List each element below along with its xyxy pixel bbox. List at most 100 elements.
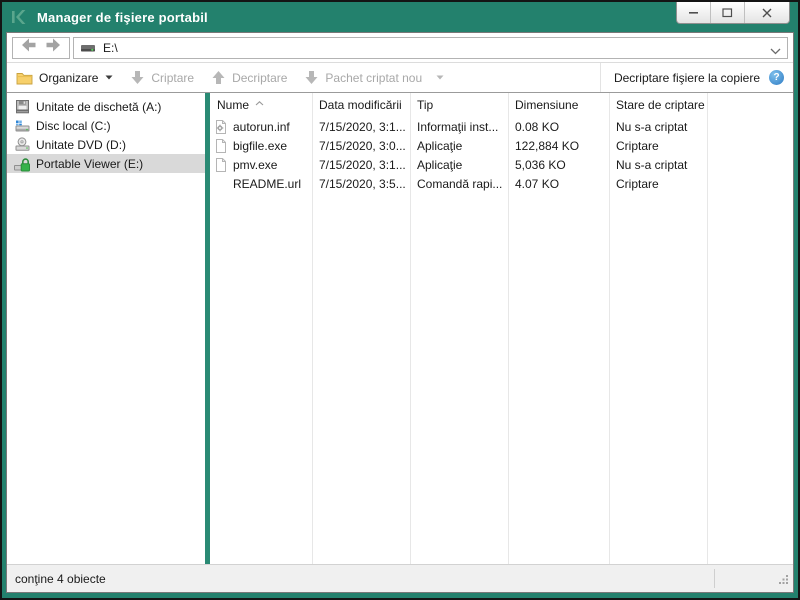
file-rows: autorun.inf 7/15/2020, 3:1... Informaţii… [210, 117, 793, 193]
file-name: pmv.exe [233, 157, 278, 172]
local-disk-icon [14, 118, 30, 134]
caret-down-icon [436, 75, 444, 80]
drive-icon [81, 45, 95, 52]
column-header-modified[interactable]: Data modificării [312, 98, 410, 112]
file-name: README.url [233, 176, 302, 191]
address-bar[interactable]: E:\ [73, 36, 788, 59]
file-modified-cell: 7/15/2020, 3:1... [319, 119, 406, 134]
close-button[interactable] [744, 2, 789, 23]
file-type-cell: Informaţii inst... [417, 119, 499, 134]
file-modified-cell: 7/15/2020, 3:0... [319, 138, 406, 153]
address-text: E:\ [103, 40, 118, 55]
sidebar-item-label: Unitate de dischetă (A:) [36, 99, 162, 114]
file-icon [214, 157, 228, 172]
column-grid-line [312, 93, 313, 564]
encrypt-button[interactable]: Criptare [130, 70, 194, 85]
maximize-icon [722, 7, 733, 17]
help-icon[interactable]: ? [769, 70, 784, 85]
encrypted-drive-icon [14, 156, 30, 172]
file-type-cell: Aplicaţie [417, 157, 463, 172]
sidebar-item[interactable]: Portable Viewer (E:) [7, 154, 205, 173]
sidebar-item-label: Disc local (C:) [36, 118, 111, 133]
file-status-cell: Criptare [616, 176, 659, 191]
back-button[interactable] [21, 38, 37, 57]
column-header-status[interactable]: Stare de criptare [609, 98, 707, 112]
file-row[interactable]: README.url 7/15/2020, 3:5... Comandă rap… [210, 174, 793, 193]
nav-buttons [12, 36, 70, 59]
window-title: Manager de fişiere portabil [37, 9, 208, 25]
forward-arrow-icon [46, 38, 60, 52]
file-size-cell: 4.07 KO [515, 176, 560, 191]
column-grid-line [707, 93, 708, 564]
file-name-cell: README.url [210, 177, 312, 191]
file-list: Nume Data modificării Tip Dimensiune Sta… [210, 93, 793, 564]
decrypt-on-copy-option[interactable]: Decriptare fişiere la copiere ? [599, 63, 784, 92]
file-size-cell: 122,884 KO [515, 138, 580, 153]
file-name: bigfile.exe [233, 138, 288, 153]
arrow-up-icon [212, 71, 225, 84]
encrypt-label: Criptare [151, 70, 195, 85]
new-package-label: Pachet criptat nou [325, 70, 423, 85]
window-controls [676, 2, 790, 24]
arrow-down-icon [305, 71, 318, 84]
sidebar: Unitate de dischetă (A:) Disc local (C:)… [7, 93, 205, 564]
file-type-cell: Comandă rapi... [417, 176, 503, 191]
column-header-size[interactable]: Dimensiune [508, 98, 609, 112]
kaspersky-logo-icon [11, 9, 26, 25]
config-file-icon [214, 119, 228, 134]
no-icon [214, 177, 228, 191]
arrow-down-icon [131, 71, 144, 84]
file-name-cell: bigfile.exe [210, 138, 312, 153]
sort-ascending-icon [255, 95, 264, 109]
address-dropdown-button[interactable] [770, 44, 781, 58]
caret-down-icon [105, 75, 113, 80]
file-name-cell: pmv.exe [210, 157, 312, 172]
main-area: Unitate de dischetă (A:) Disc local (C:)… [7, 93, 793, 564]
dvd-drive-icon [14, 137, 30, 153]
forward-button[interactable] [45, 38, 61, 57]
decrypt-on-copy-label: Decriptare fişiere la copiere [613, 70, 760, 85]
window-content: E:\ Organizare Criptare Decriptare Pache… [6, 32, 794, 593]
resize-grip-icon[interactable] [777, 573, 790, 589]
organize-label: Organizare [39, 70, 99, 85]
file-status-cell: Nu s-a criptat [616, 119, 688, 134]
file-status-cell: Nu s-a criptat [616, 157, 688, 172]
new-encrypted-package-button[interactable]: Pachet criptat nou [304, 70, 444, 85]
back-arrow-icon [22, 38, 36, 52]
sidebar-item-label: Unitate DVD (D:) [36, 137, 127, 152]
column-header-type[interactable]: Tip [410, 98, 508, 112]
file-name-cell: autorun.inf [210, 119, 312, 134]
file-name: autorun.inf [233, 119, 290, 134]
navigation-bar: E:\ [7, 33, 793, 63]
file-type-cell: Aplicaţie [417, 138, 463, 153]
list-header-row: Nume Data modificării Tip Dimensiune Sta… [210, 93, 793, 117]
decrypt-label: Decriptare [232, 70, 288, 85]
status-text: conţine 4 obiecte [15, 571, 106, 586]
column-grid-line [508, 93, 509, 564]
file-row[interactable]: autorun.inf 7/15/2020, 3:1... Informaţii… [210, 117, 793, 136]
chevron-down-icon [770, 48, 781, 54]
minimize-button[interactable] [677, 2, 710, 23]
status-bar: conţine 4 obiecte [7, 564, 793, 592]
file-row[interactable]: bigfile.exe 7/15/2020, 3:0... Aplicaţie … [210, 136, 793, 155]
maximize-button[interactable] [710, 2, 744, 23]
sidebar-item[interactable]: Unitate DVD (D:) [7, 135, 205, 154]
file-modified-cell: 7/15/2020, 3:1... [319, 157, 406, 172]
file-row[interactable]: pmv.exe 7/15/2020, 3:1... Aplicaţie 5,03… [210, 155, 793, 174]
file-status-cell: Criptare [616, 138, 659, 153]
window: Manager de fişiere portabil E:\ Organiza… [0, 0, 800, 600]
column-grid-line [609, 93, 610, 564]
organize-button[interactable]: Organizare [16, 71, 113, 85]
title-bar: Manager de fişiere portabil [2, 2, 798, 32]
sidebar-item[interactable]: Unitate de dischetă (A:) [7, 97, 205, 116]
file-modified-cell: 7/15/2020, 3:5... [319, 176, 406, 191]
file-size-cell: 5,036 KO [515, 157, 566, 172]
file-icon [214, 138, 228, 153]
decrypt-button[interactable]: Decriptare [211, 70, 287, 85]
column-grid-line [410, 93, 411, 564]
status-bar-separator [714, 569, 715, 588]
floppy-drive-icon [14, 99, 30, 115]
file-size-cell: 0.08 KO [515, 119, 560, 134]
sidebar-item[interactable]: Disc local (C:) [7, 116, 205, 135]
toolbar: Organizare Criptare Decriptare Pachet cr… [7, 63, 793, 93]
